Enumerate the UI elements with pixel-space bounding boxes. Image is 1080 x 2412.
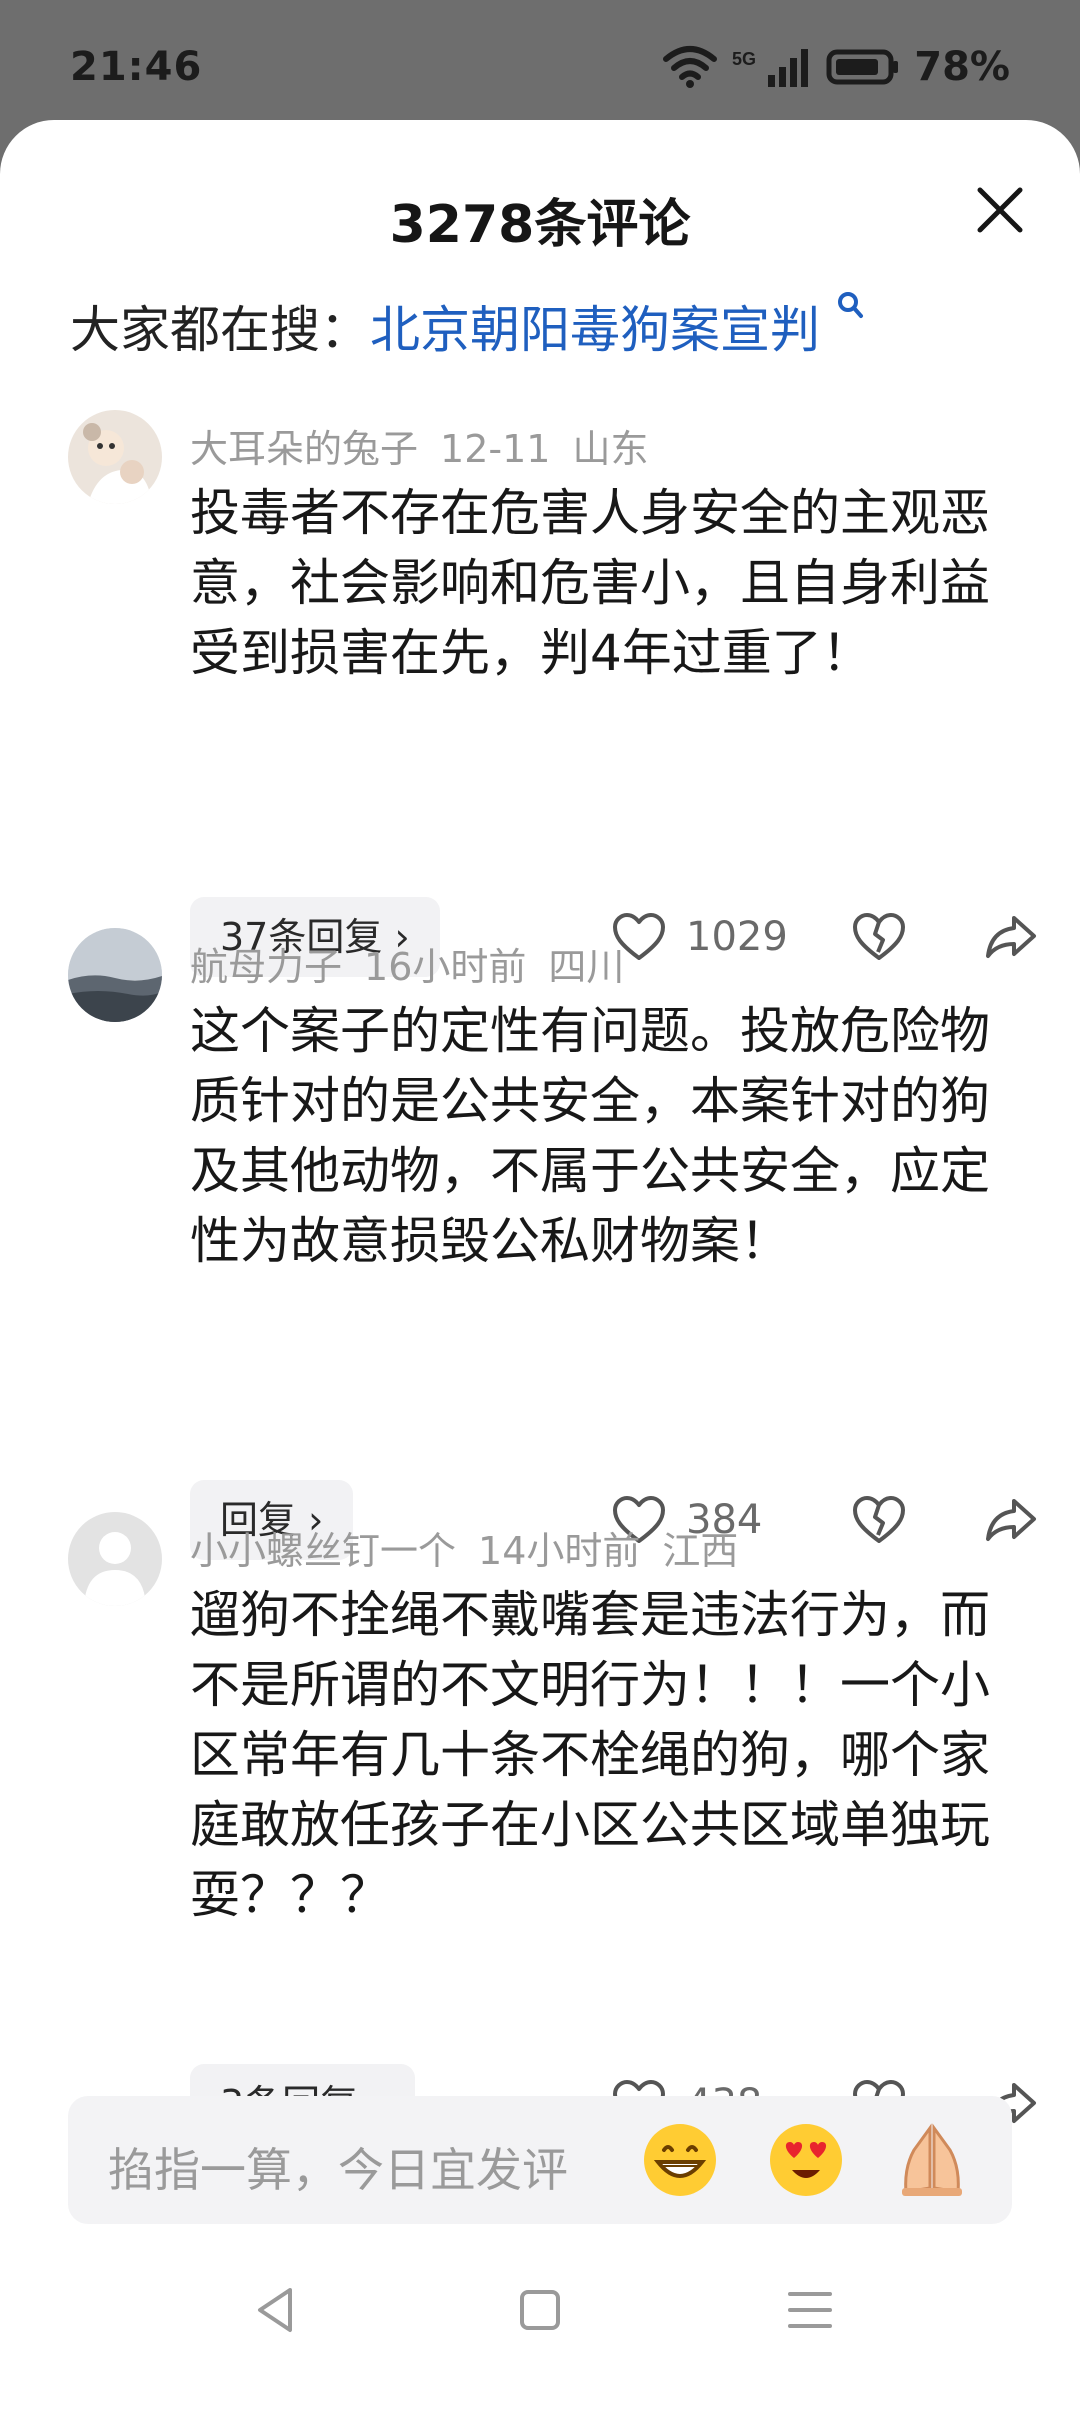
close-button[interactable] xyxy=(968,178,1032,242)
comment-meta: 大耳朵的兔子 12-11 山东 xyxy=(190,418,670,473)
share-icon[interactable] xyxy=(984,912,1038,962)
comment-author[interactable]: 小小螺丝钉一个 xyxy=(190,1529,456,1573)
back-icon[interactable] xyxy=(246,2280,306,2340)
close-icon[interactable] xyxy=(968,178,1032,242)
comment-input[interactable]: 掐指一算，今日宜发评 xyxy=(108,2134,568,2200)
network-type-label: 5G xyxy=(732,49,756,69)
comments-sheet: 3278条评论 大家都在搜：北京朝阳毒狗案宣判 大耳朵的兔子 12-11 山东 投毒… xyxy=(0,120,1080,2412)
home-icon[interactable] xyxy=(510,2280,570,2340)
share-button[interactable] xyxy=(980,906,1042,968)
share-icon[interactable] xyxy=(984,1495,1038,1545)
status-icons: 5G 78% xyxy=(662,44,1010,90)
praying-hands-emoji-icon[interactable] xyxy=(890,2118,974,2202)
comment-location: 四川 xyxy=(548,945,625,989)
comment-meta: 小小螺丝钉一个 14小时前 江西 xyxy=(190,1520,760,1575)
comment-actions: 1029 xyxy=(608,897,1042,977)
avatar[interactable] xyxy=(68,410,162,504)
avatar[interactable] xyxy=(68,1512,162,1606)
trending-search-prefix: 大家都在搜： xyxy=(70,301,370,359)
battery-percent: 78% xyxy=(914,44,1010,90)
search-icon[interactable] xyxy=(824,292,865,333)
system-nav-bar xyxy=(0,2250,1080,2370)
broken-heart-icon[interactable] xyxy=(852,912,906,962)
heart-eyes-emoji-icon[interactable] xyxy=(764,2118,848,2202)
cellular-signal-icon: 5G xyxy=(732,45,812,89)
comment-meta: 航母力子 16小时前 四川 xyxy=(190,936,646,991)
wifi-icon xyxy=(662,45,718,89)
recents-menu-icon[interactable] xyxy=(780,2280,840,2340)
comment-input-bar[interactable]: 掐指一算，今日宜发评 xyxy=(68,2096,1012,2224)
sheet-title: 3278条评论 xyxy=(389,195,691,255)
comment-date: 16小时前 xyxy=(364,945,527,989)
comment-text[interactable]: 这个案子的定性有问题。投放危险物质针对的是公共安全，本案针对的狗及其他动物，不属… xyxy=(190,996,1010,1276)
comment-text[interactable]: 遛狗不拴绳不戴嘴套是违法行为，而不是所谓的不文明行为！！！一个小区常年有几十条不… xyxy=(190,1580,1010,1930)
comment-author[interactable]: 航母力子 xyxy=(190,945,342,989)
comment-location: 江西 xyxy=(662,1529,739,1573)
comment-author[interactable]: 大耳朵的兔子 xyxy=(190,427,418,471)
status-time: 21:46 xyxy=(70,44,203,90)
grinning-emoji-icon[interactable] xyxy=(638,2118,722,2202)
dislike-button[interactable] xyxy=(848,1489,910,1551)
comment-date: 12-11 xyxy=(440,427,551,471)
trending-search-link[interactable]: 北京朝阳毒狗案宣判 xyxy=(370,301,820,359)
trending-search-row: 大家都在搜：北京朝阳毒狗案宣判 xyxy=(70,290,865,362)
avatar[interactable] xyxy=(68,928,162,1022)
comment-date: 14小时前 xyxy=(478,1529,641,1573)
dislike-button[interactable] xyxy=(848,906,910,968)
comment-text[interactable]: 投毒者不存在危害人身安全的主观恶意，社会影响和危害小，且自身利益受到损害在先，判… xyxy=(190,478,1010,688)
status-bar: 21:46 5G 78% xyxy=(0,0,1080,120)
battery-icon xyxy=(826,47,900,87)
comment-location: 山东 xyxy=(572,427,649,471)
broken-heart-icon[interactable] xyxy=(852,1495,906,1545)
like-count: 1029 xyxy=(686,914,788,960)
share-button[interactable] xyxy=(980,1489,1042,1551)
